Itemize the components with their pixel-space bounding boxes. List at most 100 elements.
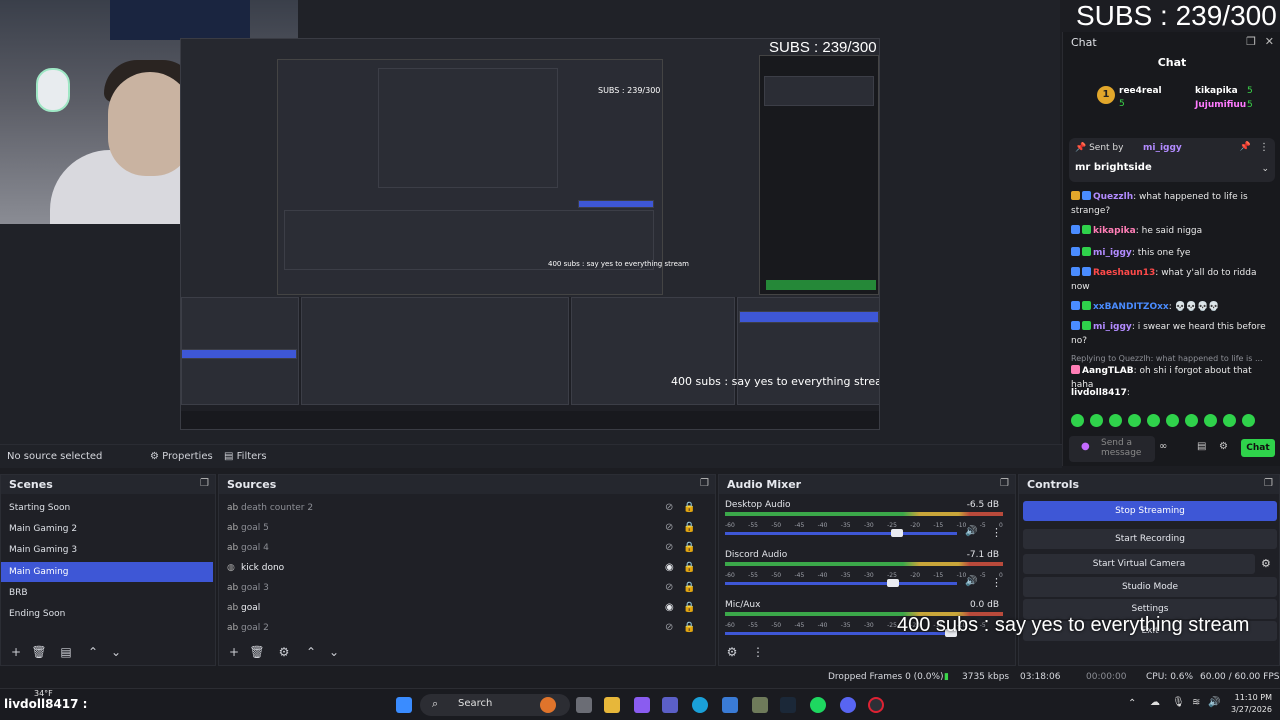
emote-icon[interactable] bbox=[1090, 414, 1103, 427]
source-item[interactable]: ab goal ◉ 🔒 bbox=[225, 598, 709, 618]
popout-icon[interactable]: ❐ bbox=[1000, 478, 1009, 489]
chevron-down-icon[interactable]: ⌄ bbox=[1261, 164, 1269, 174]
gear-icon[interactable]: ⚙ bbox=[1261, 557, 1271, 570]
move-down-icon[interactable]: ⌄ bbox=[107, 643, 125, 661]
emote-icon[interactable] bbox=[1128, 414, 1141, 427]
eye-hidden-icon[interactable]: ⊘ bbox=[665, 498, 673, 518]
speaker-icon[interactable]: 🔊 bbox=[965, 526, 977, 537]
eye-icon[interactable]: ◉ bbox=[665, 558, 674, 578]
volume-icon[interactable]: 🔊 bbox=[1208, 697, 1220, 708]
move-up-icon[interactable]: ⌃ bbox=[84, 643, 102, 661]
source-item[interactable]: ab goal 3 ⊘ 🔒 bbox=[225, 578, 709, 598]
popout-icon[interactable]: ❐ bbox=[1246, 35, 1256, 48]
gear-icon[interactable]: ⚙ bbox=[1219, 441, 1228, 452]
eye-hidden-icon[interactable]: ⊘ bbox=[665, 518, 673, 538]
volume-slider[interactable] bbox=[725, 532, 957, 535]
lock-icon[interactable]: 🔒 bbox=[683, 578, 695, 598]
studio-mode-button[interactable]: Studio Mode bbox=[1023, 577, 1277, 597]
mic-icon[interactable]: ● bbox=[1081, 442, 1090, 452]
obs-icon[interactable] bbox=[868, 697, 884, 713]
source-item[interactable]: ◍ kick dono ◉ 🔒 bbox=[225, 558, 709, 578]
scene-item[interactable]: Main Gaming 2 bbox=[1, 519, 213, 539]
task-view-icon[interactable] bbox=[576, 697, 592, 713]
volume-slider-handle[interactable] bbox=[887, 579, 899, 587]
volume-slider[interactable] bbox=[725, 582, 957, 585]
unpin-icon[interactable]: 📌 bbox=[1240, 142, 1251, 152]
emote-icon[interactable] bbox=[1109, 414, 1122, 427]
scene-item-selected[interactable]: Main Gaming bbox=[1, 562, 213, 582]
pinned-message[interactable]: 📌 Sent by mi_iggy 📌 ⋮ mr brightside ⌄ bbox=[1069, 138, 1275, 182]
trash-icon[interactable]: 🗑 bbox=[248, 643, 266, 661]
chat-input[interactable]: ● Send a message bbox=[1069, 436, 1155, 462]
properties-button[interactable]: ⚙ Properties bbox=[150, 449, 213, 465]
source-item[interactable]: ab goal 2 ⊘ 🔒 bbox=[225, 618, 709, 638]
eye-icon[interactable]: ◉ bbox=[665, 598, 674, 618]
popout-icon[interactable]: ❐ bbox=[1264, 478, 1273, 489]
gift-icon[interactable]: ▤ bbox=[1197, 441, 1206, 452]
scene-item[interactable]: Ending Soon bbox=[1, 604, 213, 624]
wifi-icon[interactable]: ≋ bbox=[1192, 697, 1200, 708]
scene-item[interactable]: BRB bbox=[1, 583, 213, 603]
gear-icon[interactable]: ⚙ bbox=[723, 643, 741, 661]
emote-icon[interactable] bbox=[1204, 414, 1217, 427]
speaker-icon[interactable]: 🔊 bbox=[965, 576, 977, 587]
popout-icon[interactable]: ❐ bbox=[200, 478, 209, 489]
emoji-icon[interactable]: ∞ bbox=[1159, 441, 1167, 452]
steam-icon[interactable] bbox=[780, 697, 796, 713]
lock-icon[interactable]: 🔒 bbox=[683, 598, 695, 618]
move-up-icon[interactable]: ⌃ bbox=[302, 643, 320, 661]
trash-icon[interactable]: 🗑 bbox=[30, 643, 48, 661]
volume-slider-handle[interactable] bbox=[891, 529, 903, 537]
eye-hidden-icon[interactable]: ⊘ bbox=[665, 618, 673, 638]
add-icon[interactable]: + bbox=[7, 643, 25, 661]
scene-item[interactable]: Starting Soon bbox=[1, 498, 213, 518]
source-item[interactable]: ab goal 4 ⊘ 🔒 bbox=[225, 538, 709, 558]
edge-icon[interactable] bbox=[692, 697, 708, 713]
add-icon[interactable]: + bbox=[225, 643, 243, 661]
discord-icon[interactable] bbox=[840, 697, 856, 713]
file-explorer-icon[interactable] bbox=[604, 697, 620, 713]
start-recording-button[interactable]: Start Recording bbox=[1023, 529, 1277, 549]
emote-icon[interactable] bbox=[1166, 414, 1179, 427]
eye-hidden-icon[interactable]: ⊘ bbox=[665, 578, 673, 598]
lock-icon[interactable]: 🔒 bbox=[683, 558, 695, 578]
more-options-icon[interactable]: ⋮ bbox=[991, 526, 1002, 539]
emote-icon[interactable] bbox=[1147, 414, 1160, 427]
copilot-icon[interactable] bbox=[634, 697, 650, 713]
lock-icon[interactable]: 🔒 bbox=[683, 518, 695, 538]
pinned-user[interactable]: mi_iggy bbox=[1143, 143, 1182, 153]
lock-icon[interactable]: 🔒 bbox=[683, 538, 695, 558]
chat-send-button[interactable]: Chat bbox=[1241, 439, 1275, 457]
gear-icon[interactable]: ⚙ bbox=[275, 643, 293, 661]
stop-streaming-button[interactable]: Stop Streaming bbox=[1023, 501, 1277, 521]
scene-item[interactable]: Main Gaming 3 bbox=[1, 540, 213, 560]
emote-icon[interactable] bbox=[1185, 414, 1198, 427]
source-item[interactable]: ab death counter 2 ⊘ 🔒 bbox=[225, 498, 709, 518]
mic-icon[interactable]: 🎙 bbox=[1172, 697, 1185, 708]
store-icon[interactable] bbox=[722, 697, 738, 713]
pinned-menu-icon[interactable]: ⋮ bbox=[1259, 142, 1269, 153]
spotify-icon[interactable] bbox=[810, 697, 826, 713]
start-virtual-camera-button[interactable]: Start Virtual Camera bbox=[1023, 554, 1255, 574]
filters-button[interactable]: ▤ Filters bbox=[224, 449, 267, 465]
lock-icon[interactable]: 🔒 bbox=[683, 498, 695, 518]
teams-icon[interactable] bbox=[662, 697, 678, 713]
popout-icon[interactable]: ❐ bbox=[700, 478, 709, 489]
emote-icon[interactable] bbox=[1242, 414, 1255, 427]
lock-icon[interactable]: 🔒 bbox=[683, 618, 695, 638]
eye-hidden-icon[interactable]: ⊘ bbox=[665, 538, 673, 558]
more-options-icon[interactable]: ⋮ bbox=[991, 576, 1002, 589]
close-icon[interactable]: ✕ bbox=[1265, 35, 1274, 48]
chevron-up-icon[interactable]: ⌃ bbox=[1128, 698, 1136, 709]
emote-bar[interactable] bbox=[1071, 414, 1271, 428]
windows-start-icon[interactable] bbox=[396, 697, 412, 713]
source-item[interactable]: ab goal 5 ⊘ 🔒 bbox=[225, 518, 709, 538]
app-icon[interactable] bbox=[752, 697, 768, 713]
move-down-icon[interactable]: ⌄ bbox=[325, 643, 343, 661]
stream-preview[interactable]: SUBS : 239/300 400 subs : say yes to eve… bbox=[0, 0, 1060, 444]
cloud-icon[interactable]: ☁ bbox=[1150, 697, 1160, 708]
emote-icon[interactable] bbox=[1223, 414, 1236, 427]
clock[interactable]: 11:10 PM 3/27/2026 bbox=[1231, 692, 1272, 716]
emote-icon[interactable] bbox=[1071, 414, 1084, 427]
filter-icon[interactable]: ▤ bbox=[57, 643, 75, 661]
